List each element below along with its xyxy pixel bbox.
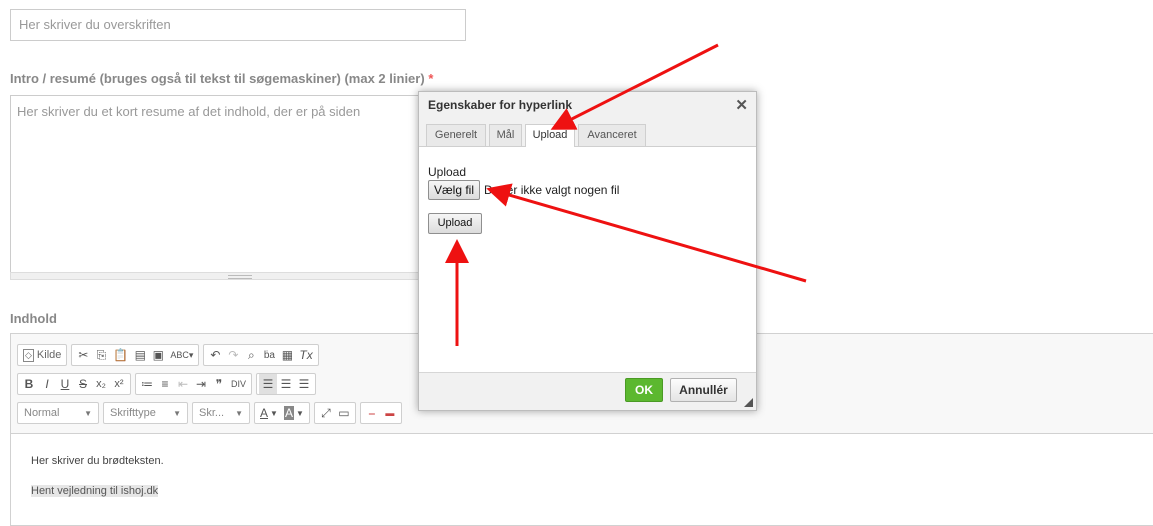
intro-textarea[interactable]: Her skriver du et kort resume af det ind… <box>10 95 460 273</box>
chevron-down-icon: ▼ <box>84 408 92 418</box>
dialog-content: Upload Vælg fil Der er ikke valgt nogen … <box>428 165 619 234</box>
align-right-icon[interactable]: ☰ <box>295 374 313 394</box>
italic-icon[interactable]: I <box>38 374 56 394</box>
text-color-label: A <box>260 406 269 420</box>
bold-icon[interactable]: B <box>20 374 38 394</box>
intro-label-text: Intro / resumé (bruges også til tekst ti… <box>10 71 425 86</box>
indent-icon[interactable]: ⇥ <box>192 374 210 394</box>
tab-avanceret[interactable]: Avanceret <box>578 124 646 146</box>
text-color-icon[interactable]: A ▼ <box>257 403 281 423</box>
find-icon[interactable]: ⌕ <box>242 345 260 365</box>
select-all-icon[interactable]: ▦ <box>278 345 296 365</box>
paste-icon[interactable]: 📋 <box>110 345 131 365</box>
dialog-footer: OK Annullér <box>419 372 756 410</box>
clipboard-group: ✂ ⎘ 📋 ▤ ▣ ABC▾ <box>71 344 200 366</box>
align-left-icon[interactable]: ☰ <box>259 374 278 394</box>
page-break-icon[interactable]: ⎯ <box>363 403 381 423</box>
chevron-down-icon: ▼ <box>173 408 181 418</box>
hyperlink-dialog: Egenskaber for hyperlink ✕ Generelt Mål … <box>418 91 757 411</box>
list-group: ≔ ≡ ⇤ ⇥ ❞ DIV <box>135 373 253 395</box>
basic-style-group: B I U S x₂ x² <box>17 373 131 395</box>
font-dropdown[interactable]: Skrifttype ▼ <box>103 402 188 424</box>
ok-button[interactable]: OK <box>625 378 663 402</box>
editor-body[interactable]: Her skriver du brødteksten. Hent vejledn… <box>31 455 164 515</box>
required-mark: * <box>428 71 434 86</box>
tab-generelt[interactable]: Generelt <box>426 124 486 146</box>
headline-input[interactable]: Her skriver du overskriften <box>10 9 466 41</box>
upload-button[interactable]: Upload <box>428 213 482 234</box>
strike-icon[interactable]: S <box>74 374 92 394</box>
source-label: Kilde <box>36 349 62 361</box>
undo-group: ↶ ↷ ⌕ ḃa ▦ Tx <box>203 344 319 366</box>
bg-color-label: A <box>283 406 294 420</box>
file-input: Vælg fil Der er ikke valgt nogen fil <box>428 180 619 200</box>
outdent-icon[interactable]: ⇤ <box>174 374 192 394</box>
tab-upload[interactable]: Upload <box>525 124 575 147</box>
textarea-resize-handle[interactable] <box>10 272 460 280</box>
font-value: Skrifttype <box>110 407 156 419</box>
paste-word-icon[interactable]: ▣ <box>149 345 167 365</box>
size-dropdown[interactable]: Skr... ▼ <box>192 402 250 424</box>
cut-icon[interactable]: ✂ <box>74 345 92 365</box>
chevron-down-icon: ▼ <box>235 408 243 418</box>
spellcheck-icon[interactable]: ABC▾ <box>167 345 196 365</box>
size-value: Skr... <box>199 407 225 419</box>
misc-group: ⎯ ▬ <box>359 402 402 424</box>
copy-icon[interactable]: ⎘ <box>92 345 110 365</box>
color-group: A ▼ A ▼ <box>254 402 310 424</box>
bulleted-list-icon[interactable]: ≡ <box>156 374 174 394</box>
format-value: Normal <box>24 407 60 419</box>
body-paragraph: Her skriver du brødteksten. <box>31 455 164 467</box>
source-button[interactable]: ◇ Kilde <box>20 345 64 365</box>
div-container-icon[interactable]: DIV <box>228 374 249 394</box>
insert-block-icon[interactable]: ▬ <box>381 403 399 423</box>
tab-maal[interactable]: Mål <box>489 124 522 146</box>
numbered-list-icon[interactable]: ≔ <box>138 374 156 394</box>
align-center-icon[interactable]: ☰ <box>277 374 295 394</box>
subscript-icon[interactable]: x₂ <box>92 374 110 394</box>
align-group: ☰ ☰ ☰ <box>256 373 317 395</box>
close-icon[interactable]: ✕ <box>735 96 748 114</box>
maximize-icon[interactable]: ⤢ <box>317 403 335 423</box>
blockquote-icon[interactable]: ❞ <box>210 374 228 394</box>
cancel-button[interactable]: Annullér <box>670 378 737 402</box>
dialog-title: Egenskaber for hyperlink <box>428 98 573 112</box>
underline-icon[interactable]: U <box>56 374 74 394</box>
content-label: Indhold <box>10 311 57 326</box>
tools-group: ⤢ ▭ <box>313 402 356 424</box>
background-color-icon[interactable]: A ▼ <box>281 403 307 423</box>
dialog-resize-icon[interactable] <box>744 398 753 407</box>
dialog-header: Egenskaber for hyperlink ✕ <box>419 92 756 121</box>
source-icon: ◇ <box>23 348 34 362</box>
choose-file-button[interactable]: Vælg fil <box>428 180 481 200</box>
undo-icon[interactable]: ↶ <box>206 345 224 365</box>
source-group: ◇ Kilde <box>17 344 68 366</box>
format-dropdown[interactable]: Normal ▼ <box>17 402 99 424</box>
remove-format-icon[interactable]: Tx <box>296 345 315 365</box>
show-blocks-icon[interactable]: ▭ <box>335 403 353 423</box>
upload-label: Upload <box>428 165 467 179</box>
superscript-icon[interactable]: x² <box>110 374 128 394</box>
dialog-tabs: Generelt Mål Upload Avanceret <box>419 120 756 147</box>
intro-label: Intro / resumé (bruges også til tekst ti… <box>10 71 433 86</box>
body-link[interactable]: Hent vejledning til ishoj.dk <box>31 485 159 497</box>
paste-text-icon[interactable]: ▤ <box>131 345 149 365</box>
no-file-text: Der er ikke valgt nogen fil <box>484 183 620 197</box>
redo-icon[interactable]: ↷ <box>224 345 242 365</box>
replace-icon[interactable]: ḃa <box>260 345 278 365</box>
